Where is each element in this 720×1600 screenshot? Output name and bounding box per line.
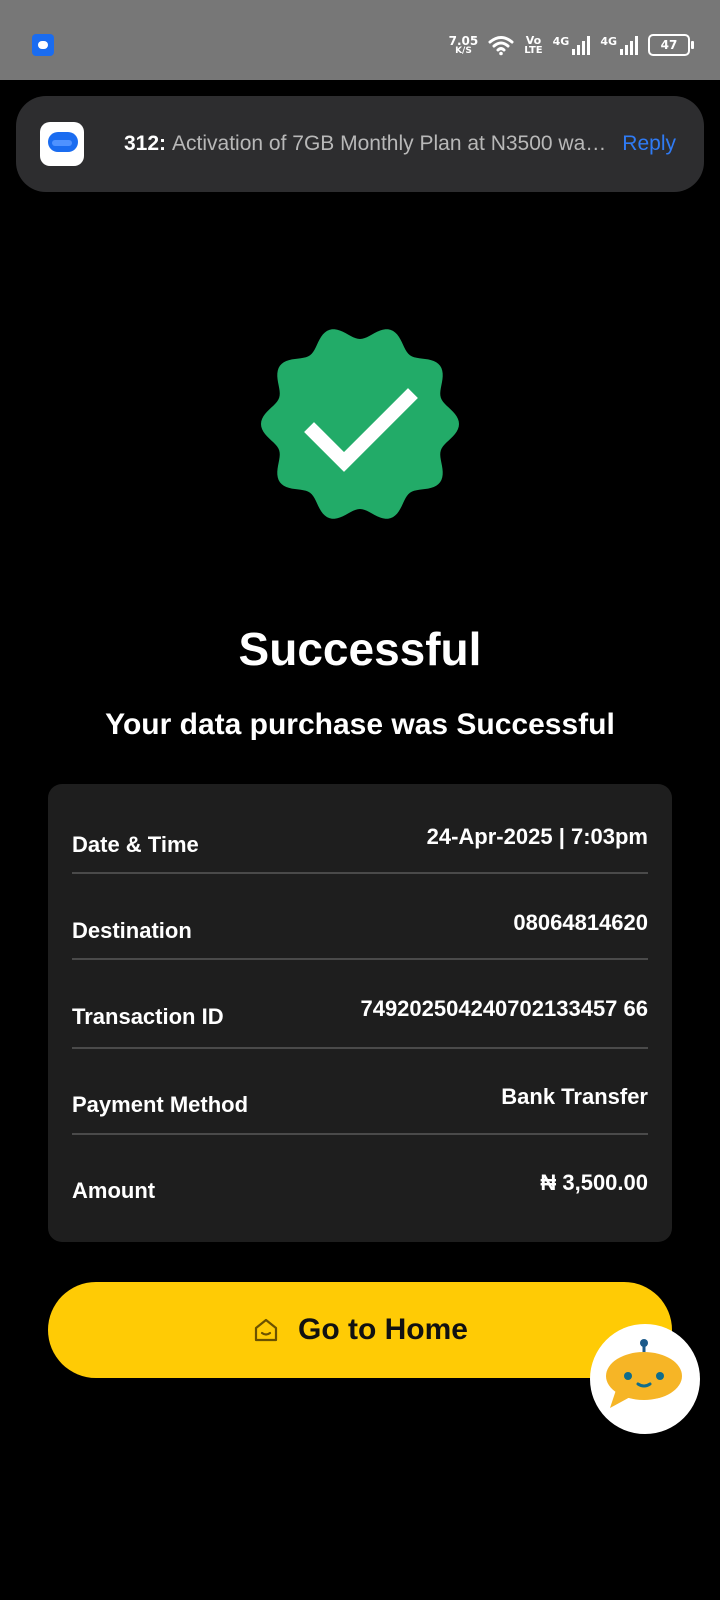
detail-value: ₦ 3,500.00 <box>540 1170 648 1195</box>
sim2-network-type: 4G <box>600 35 617 48</box>
messages-app-icon <box>32 34 54 56</box>
sim1-network-type: 4G <box>552 35 570 48</box>
go-to-home-label: Go to Home <box>298 1313 468 1346</box>
sim1-signal: 4G <box>553 35 591 55</box>
notification-message: Activation of 7GB Monthly Plan at N3500 … <box>172 132 614 155</box>
battery-level: 47 <box>660 38 678 52</box>
wifi-icon <box>488 36 514 56</box>
sim2-signal: 4G <box>600 35 638 55</box>
detail-row-amount: Amount ₦ 3,500.00 <box>72 1135 648 1235</box>
detail-row-transaction-id: Transaction ID 749202504240702133457 66 <box>72 960 648 1049</box>
detail-label: Destination <box>72 918 192 943</box>
notification-text: 312: Activation of 7GB Monthly Plan at N… <box>124 96 614 192</box>
sms-notification[interactable]: 312: Activation of 7GB Monthly Plan at N… <box>16 96 704 192</box>
detail-label: Amount <box>72 1178 156 1203</box>
home-icon <box>254 1318 278 1342</box>
volte-top: Vo <box>525 33 542 47</box>
success-check-icon <box>261 329 459 519</box>
chatbot-icon <box>606 1339 682 1408</box>
result-title: Successful <box>238 623 482 675</box>
transaction-details-card: Date & Time 24-Apr-2025 | 7:03pm Destina… <box>48 784 672 1242</box>
volte-indicator: Vo LTE <box>524 35 542 56</box>
notification-sender: 312: <box>124 132 167 155</box>
battery-icon: 47 <box>648 34 694 56</box>
volte-bottom: LTE <box>524 44 543 56</box>
detail-row-destination: Destination 08064814620 <box>72 874 648 960</box>
network-speed-unit: K/S <box>455 45 472 56</box>
detail-row-payment-method: Payment Method Bank Transfer <box>72 1049 648 1135</box>
status-indicators: 7.05 K/S Vo LTE 4G 4G 47 <box>449 28 694 62</box>
detail-value: 24-Apr-2025 | 7:03pm <box>426 824 648 849</box>
signal-bars-icon <box>620 35 638 55</box>
signal-bars-icon <box>572 35 591 55</box>
detail-value: 08064814620 <box>513 910 648 935</box>
status-bar: 7.05 K/S Vo LTE 4G 4G 47 <box>0 0 720 80</box>
detail-value: Bank Transfer <box>501 1084 648 1109</box>
chatbot-button[interactable] <box>590 1324 700 1434</box>
reply-button[interactable]: Reply <box>622 96 676 192</box>
network-speed-value: 7.05 <box>448 33 479 48</box>
detail-label: Date & Time <box>72 832 199 857</box>
detail-label: Transaction ID <box>72 1004 224 1029</box>
detail-label: Payment Method <box>72 1092 249 1117</box>
messages-app-icon <box>40 122 84 166</box>
go-to-home-button[interactable]: Go to Home <box>48 1282 672 1378</box>
detail-row-date-time: Date & Time 24-Apr-2025 | 7:03pm <box>72 784 648 874</box>
detail-value: 749202504240702133457 66 <box>360 996 648 1021</box>
network-speed: 7.05 K/S <box>449 35 479 56</box>
result-subtitle: Your data purchase was Successful <box>105 708 615 741</box>
